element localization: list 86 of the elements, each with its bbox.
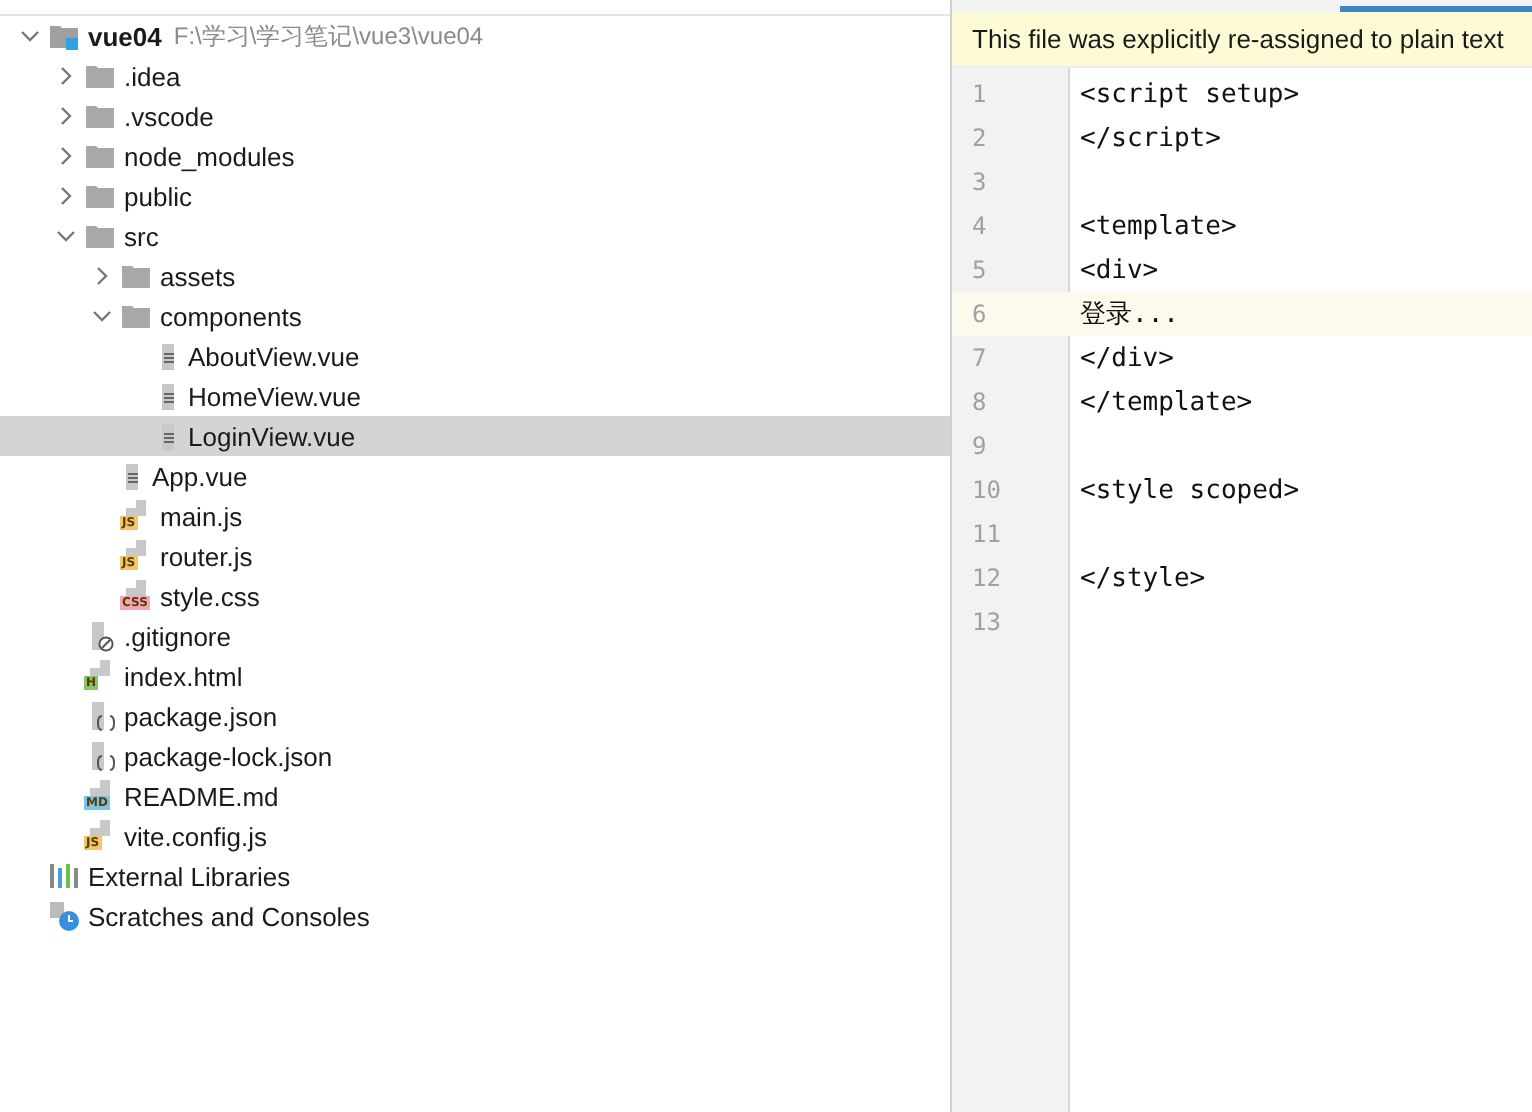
tree-item[interactable]: .vscode: [0, 96, 950, 136]
item-label: .idea: [124, 61, 181, 91]
folder-icon: [120, 303, 152, 329]
item-label: README.md: [124, 781, 279, 811]
line-number: 2: [970, 124, 989, 152]
line-number: 13: [970, 608, 1003, 636]
code-line: </div>: [1080, 343, 1174, 373]
item-label: assets: [160, 261, 236, 291]
folder-icon: [84, 103, 116, 129]
item-label: src: [124, 221, 159, 251]
module-folder-icon: [48, 22, 80, 50]
tree-item[interactable]: External Libraries: [0, 856, 950, 896]
line-number: 9: [970, 432, 989, 460]
tree-item[interactable]: src: [0, 216, 950, 256]
code-line: </template>: [1080, 387, 1253, 417]
tree-item[interactable]: LoginView.vue: [0, 416, 950, 456]
item-label: Scratches and Consoles: [88, 901, 370, 931]
chevron-down-icon[interactable]: [56, 226, 76, 246]
item-label: LoginView.vue: [188, 421, 356, 451]
line-number: 1: [970, 80, 989, 108]
scratches-icon: [48, 900, 80, 932]
tree-item[interactable]: components: [0, 296, 950, 336]
line-number: 8: [970, 388, 989, 416]
folder-icon: [84, 183, 116, 209]
line-number: 5: [970, 256, 989, 284]
chevron-right-icon[interactable]: [56, 186, 76, 206]
notice-banner: This file was explicitly re-assigned to plain text: [952, 12, 1532, 68]
item-label: node_modules: [124, 141, 295, 171]
code-line: </script>: [1080, 123, 1221, 153]
item-label: style.css: [160, 581, 260, 611]
tree-item[interactable]: assets: [0, 256, 950, 296]
tree-item[interactable]: vue04 F:\学习\学习笔记\vue3\vue04: [0, 16, 950, 56]
line-number: 11: [970, 520, 1003, 548]
item-label: .gitignore: [124, 621, 231, 651]
item-label: index.html: [124, 661, 243, 691]
chevron-right-icon[interactable]: [56, 106, 76, 126]
code-line: <style scoped>: [1080, 475, 1300, 505]
tree-item[interactable]: package.json: [0, 696, 950, 736]
code-line: 登录...: [1080, 298, 1179, 332]
item-label: package-lock.json: [124, 741, 333, 771]
chevron-right-icon[interactable]: [56, 66, 76, 86]
code-line: <div>: [1080, 255, 1159, 285]
item-label: router.js: [160, 541, 253, 571]
text-file-icon: [156, 421, 180, 451]
item-label: vue04: [88, 21, 162, 51]
item-label: AboutView.vue: [188, 341, 360, 371]
chevron-right-icon[interactable]: [56, 146, 76, 166]
chevron-down-icon[interactable]: [92, 306, 112, 326]
text-file-icon: [156, 381, 180, 411]
project-path: F:\学习\学习笔记\vue3\vue04: [173, 19, 484, 53]
tree-item[interactable]: node_modules: [0, 136, 950, 176]
line-number: 12: [970, 564, 1003, 592]
item-label: .vscode: [124, 101, 214, 131]
folder-icon: [84, 223, 116, 249]
tree-item[interactable]: .gitignore: [0, 616, 950, 656]
tree-item[interactable]: package-lock.json: [0, 736, 950, 776]
tree-item[interactable]: AboutView.vue: [0, 336, 950, 376]
line-number: 4: [970, 212, 989, 240]
item-label: App.vue: [152, 461, 248, 491]
chevron-down-icon[interactable]: [20, 26, 40, 46]
folder-icon: [84, 63, 116, 89]
text-file-icon: [120, 461, 144, 491]
text-file-icon: [156, 341, 180, 371]
code-line: </style>: [1080, 563, 1206, 593]
chevron-right-icon[interactable]: [92, 266, 112, 286]
libraries-icon: [48, 862, 80, 890]
line-number: 6: [970, 300, 989, 328]
tree-item[interactable]: App.vue: [0, 456, 950, 496]
folder-icon: [120, 263, 152, 289]
line-number: 3: [970, 168, 989, 196]
tree-item[interactable]: Scratches and Consoles: [0, 896, 950, 936]
item-label: HomeView.vue: [188, 381, 361, 411]
tree-item[interactable]: .idea: [0, 56, 950, 96]
item-label: External Libraries: [88, 861, 291, 891]
code-line: <script setup>: [1080, 79, 1300, 109]
item-label: vite.config.js: [124, 821, 268, 851]
item-label: main.js: [160, 501, 243, 531]
item-label: components: [160, 301, 302, 331]
item-label: package.json: [124, 701, 278, 731]
folder-icon: [84, 143, 116, 169]
line-number: 10: [970, 476, 1003, 504]
tree-item[interactable]: public: [0, 176, 950, 216]
code-line: <template>: [1080, 211, 1237, 241]
item-label: public: [124, 181, 192, 211]
line-number: 7: [970, 344, 989, 372]
tree-item[interactable]: HomeView.vue: [0, 376, 950, 416]
